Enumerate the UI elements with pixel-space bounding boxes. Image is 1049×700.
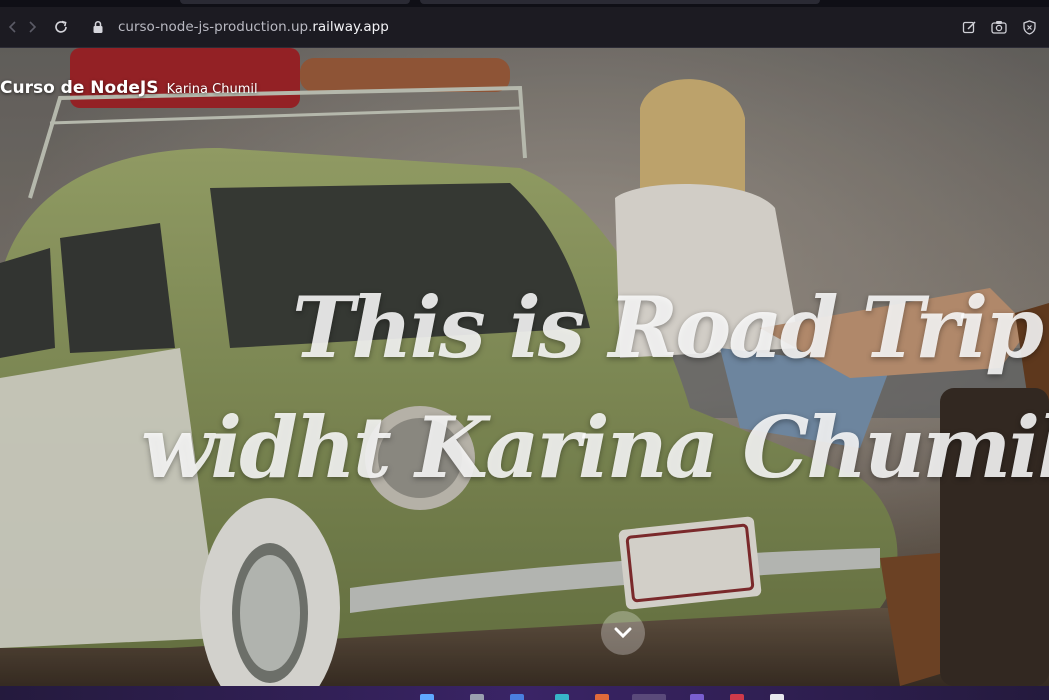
- taskbar-app-icon-active[interactable]: [632, 694, 666, 700]
- screenshot-button[interactable]: [988, 16, 1010, 38]
- taskbar-app-icon[interactable]: [470, 694, 484, 700]
- back-icon: [8, 21, 16, 33]
- os-taskbar: [0, 686, 1049, 700]
- lock-icon: [93, 20, 103, 33]
- taskbar-app-icon[interactable]: [555, 694, 569, 700]
- reload-icon: [55, 20, 67, 33]
- address-bar[interactable]: curso-node-js-production.up.railway.app: [118, 17, 389, 37]
- shield-icon: [1022, 19, 1036, 35]
- hero-section: Curso de NodeJS Karina Chumil This is Ro…: [0, 48, 1049, 686]
- taskbar-app-icon[interactable]: [510, 694, 524, 700]
- taskbar-app-icon[interactable]: [770, 694, 784, 700]
- taskbar-app-icon[interactable]: [730, 694, 744, 700]
- scroll-down-button[interactable]: [601, 611, 645, 655]
- brand-title: Curso de NodeJS: [0, 78, 159, 98]
- hero-title: This is Road Trip widht Karina Chumil: [141, 268, 1049, 508]
- taskbar-app-icon[interactable]: [690, 694, 704, 700]
- hero-title-line-1: This is Road Trip: [291, 278, 1044, 377]
- chevron-down-icon: [614, 627, 632, 639]
- forward-button[interactable]: [19, 14, 45, 40]
- url-domain: railway.app: [312, 19, 389, 35]
- site-brand[interactable]: Curso de NodeJS Karina Chumil: [0, 78, 258, 98]
- taskbar-app-icon[interactable]: [595, 694, 609, 700]
- screenshot-icon: [991, 21, 1007, 34]
- tab-strip: [0, 0, 1049, 7]
- browser-toolbar: curso-node-js-production.up.railway.app: [0, 7, 1049, 48]
- brand-subtitle: Karina Chumil: [166, 82, 258, 97]
- forward-icon: [29, 21, 37, 33]
- url-prefix: curso-node-js-production.up.: [118, 19, 313, 35]
- tab-edge[interactable]: [420, 0, 820, 4]
- tab-edge[interactable]: [180, 0, 410, 4]
- taskbar-app-icon[interactable]: [420, 694, 434, 700]
- edit-button[interactable]: [958, 16, 980, 38]
- shield-button[interactable]: [1018, 16, 1040, 38]
- edit-icon: [962, 20, 976, 33]
- site-info-button[interactable]: [85, 14, 111, 40]
- hero-title-line-2: widht Karina Chumil: [141, 398, 1049, 497]
- reload-button[interactable]: [48, 14, 74, 40]
